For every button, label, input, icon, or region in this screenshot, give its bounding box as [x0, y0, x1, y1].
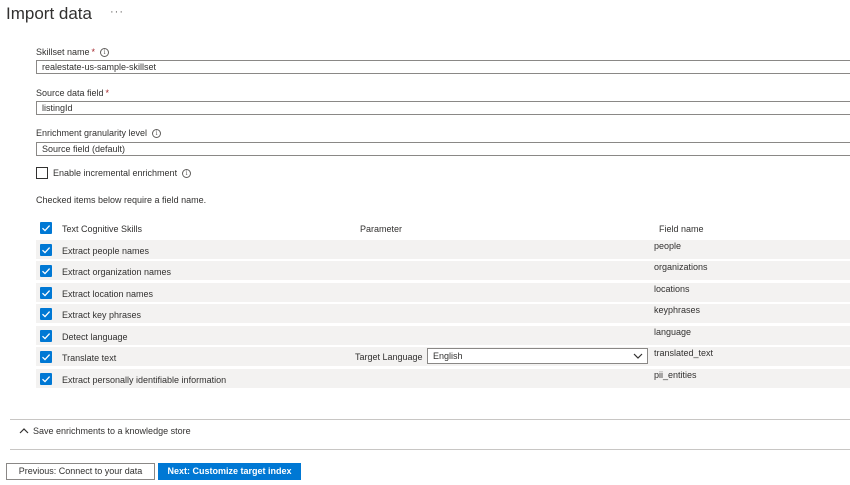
field-name[interactable]: locations	[654, 284, 690, 294]
divider	[10, 419, 850, 420]
required-marker: *	[105, 88, 110, 98]
field-name[interactable]: keyphrases	[654, 305, 700, 315]
incremental-enrichment-checkbox[interactable]	[36, 167, 48, 179]
skill-name: Translate text	[62, 353, 117, 363]
source-field-input[interactable]: listingId	[36, 101, 850, 115]
info-icon[interactable]: i	[152, 129, 162, 138]
row-checkbox[interactable]	[40, 265, 52, 277]
table-row[interactable]: Extract location names locations	[36, 283, 850, 303]
required-note: Checked items below require a field name…	[36, 195, 207, 205]
granularity-select[interactable]: Source field (default)	[36, 142, 850, 156]
skill-name: Extract organization names	[62, 267, 172, 277]
target-language-label: Target Language	[355, 352, 423, 362]
row-checkbox[interactable]	[40, 330, 52, 342]
target-language-value: English	[433, 351, 463, 361]
required-marker: *	[91, 47, 96, 57]
field-name[interactable]: organizations	[654, 262, 708, 272]
skills-grid-header: Text Cognitive Skills Parameter Field na…	[36, 220, 850, 238]
table-row[interactable]: Extract organization names organizations	[36, 261, 850, 281]
skill-name: Extract personally identifiable informat…	[62, 375, 227, 385]
header-field-name: Field name	[659, 224, 704, 234]
skill-name: Extract people names	[62, 246, 150, 256]
knowledge-store-label: Save enrichments to a knowledge store	[33, 426, 191, 436]
skill-name: Detect language	[62, 332, 128, 342]
checkmark-icon	[42, 354, 51, 361]
source-field-label: Source data field *	[36, 88, 109, 98]
chevron-up-icon	[19, 428, 29, 434]
checkmark-icon	[42, 247, 51, 254]
checkmark-icon	[42, 268, 51, 275]
table-row[interactable]: Detect language language	[36, 326, 850, 346]
field-name[interactable]: people	[654, 241, 681, 251]
table-row[interactable]: Translate text Target Language English t…	[36, 347, 850, 367]
more-options-icon[interactable]: ···	[110, 6, 124, 18]
table-row[interactable]: Extract people names people	[36, 240, 850, 260]
row-checkbox[interactable]	[40, 373, 52, 385]
skill-name: Extract key phrases	[62, 310, 142, 320]
checkmark-icon	[42, 311, 51, 318]
source-field-label-text: Source data field	[36, 88, 104, 98]
row-checkbox[interactable]	[40, 287, 52, 299]
checkmark-icon	[42, 225, 51, 232]
table-row[interactable]: Extract key phrases keyphrases	[36, 304, 850, 324]
previous-button[interactable]: Previous: Connect to your data	[6, 463, 155, 480]
field-name[interactable]: pii_entities	[654, 370, 697, 380]
header-parameter: Parameter	[360, 224, 403, 234]
info-icon[interactable]: i	[100, 48, 110, 57]
table-row[interactable]: Extract personally identifiable informat…	[36, 369, 850, 389]
checkmark-icon	[42, 290, 51, 297]
chevron-down-icon	[633, 353, 643, 359]
row-checkbox[interactable]	[40, 244, 52, 256]
skillset-name-input[interactable]: realestate-us-sample-skillset	[36, 60, 850, 74]
row-checkbox[interactable]	[40, 351, 52, 363]
incremental-enrichment-label: Enable incremental enrichment i	[53, 168, 192, 178]
page-title: Import data	[6, 4, 92, 23]
checkmark-icon	[42, 376, 51, 383]
target-language-select[interactable]: English	[427, 348, 648, 364]
header-skills: Text Cognitive Skills	[62, 224, 143, 234]
skillset-name-label-text: Skillset name	[36, 47, 90, 57]
checkmark-icon	[42, 333, 51, 340]
skillset-name-label: Skillset name * i	[36, 47, 110, 57]
select-all-checkbox[interactable]	[40, 222, 52, 234]
divider	[10, 449, 850, 450]
row-checkbox[interactable]	[40, 308, 52, 320]
info-icon[interactable]: i	[182, 169, 192, 178]
field-name[interactable]: translated_text	[654, 348, 713, 358]
field-name[interactable]: language	[654, 327, 691, 337]
granularity-label-text: Enrichment granularity level	[36, 128, 148, 138]
knowledge-store-expander[interactable]: Save enrichments to a knowledge store	[19, 426, 191, 436]
next-button[interactable]: Next: Customize target index	[158, 463, 301, 480]
granularity-label: Enrichment granularity level i	[36, 128, 162, 138]
skill-name: Extract location names	[62, 289, 154, 299]
incremental-enrichment-label-text: Enable incremental enrichment	[53, 168, 178, 178]
